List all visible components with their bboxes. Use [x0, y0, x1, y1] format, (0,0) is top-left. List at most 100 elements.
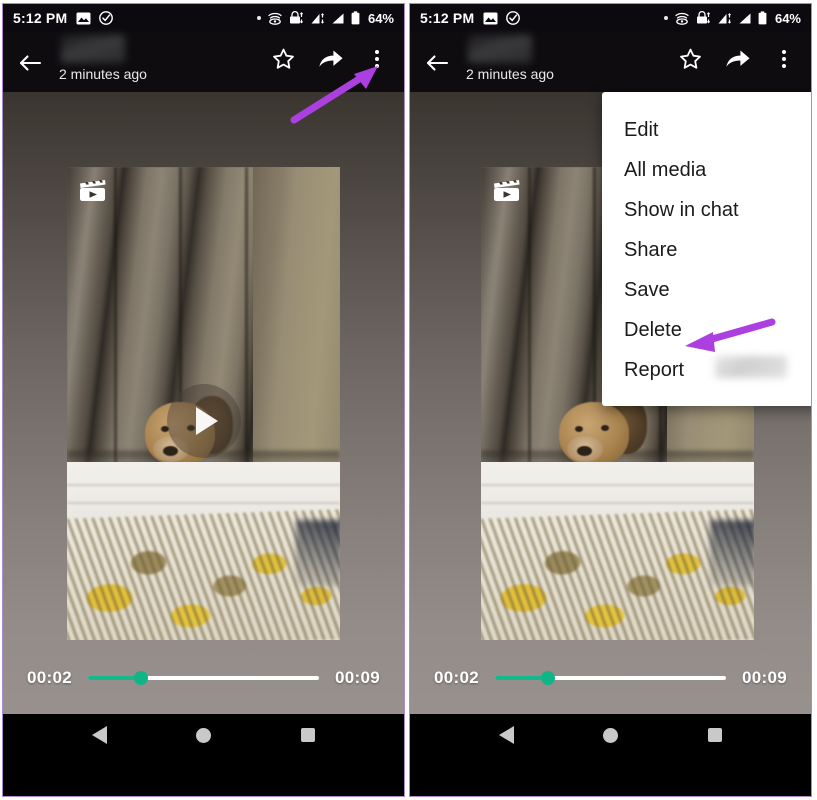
- back-button[interactable]: [422, 48, 452, 78]
- app-bar-titles: 2 minutes ago: [59, 34, 147, 82]
- kebab-dot: [375, 57, 379, 61]
- report-blurred-text: [715, 356, 787, 378]
- seek-thumb[interactable]: [541, 671, 556, 685]
- share-button[interactable]: [318, 46, 344, 72]
- check-circle-icon: [99, 11, 114, 25]
- dog-eye: [601, 425, 610, 431]
- app-bar-actions: [677, 46, 799, 72]
- phone-panel-right: 5:12 PM 64% 2 minutes ago 00:02 00:09 Ed…: [409, 3, 812, 797]
- menu-item-share[interactable]: Share: [602, 230, 811, 270]
- status-right-icons: 64%: [256, 10, 394, 26]
- screenshot-stage: 5:12 PM 64% 2 minutes ago 00:02 00:09 5:…: [0, 0, 817, 800]
- dog-nose: [577, 446, 593, 456]
- dot-icon: [256, 16, 261, 20]
- dot-icon: [663, 16, 668, 20]
- status-left-icons: [483, 11, 521, 25]
- player-controls: 00:02 00:09: [410, 658, 811, 698]
- kebab-dot: [375, 64, 379, 68]
- bed-crease: [67, 502, 340, 504]
- bed-background: [481, 462, 754, 640]
- contact-name-blurred: [61, 35, 125, 63]
- bed-background: [67, 462, 340, 640]
- back-button[interactable]: [15, 48, 45, 78]
- back-arrow-icon: [426, 55, 449, 71]
- bed-crease: [481, 484, 754, 486]
- menu-item-delete[interactable]: Delete: [602, 310, 811, 350]
- signal-2-icon: [332, 13, 344, 23]
- current-time: 00:02: [434, 668, 479, 687]
- kebab-dot: [782, 57, 786, 61]
- video-thumbnail[interactable]: [67, 167, 340, 640]
- status-bar: 5:12 PM 64%: [410, 4, 811, 32]
- kebab-dot: [375, 50, 379, 54]
- nav-home-icon[interactable]: [196, 727, 212, 743]
- menu-item-show-in-chat[interactable]: Show in chat: [602, 190, 811, 230]
- check-circle-icon: [506, 11, 521, 25]
- vpn-icon: [289, 11, 303, 24]
- dog-eye: [575, 426, 584, 432]
- signal-2-icon: [739, 13, 751, 23]
- menu-item-report[interactable]: Report: [602, 350, 811, 390]
- menu-item-save[interactable]: Save: [602, 270, 811, 310]
- seek-bar[interactable]: [87, 669, 320, 687]
- status-clock: 5:12 PM: [420, 10, 475, 26]
- star-button[interactable]: [270, 46, 296, 72]
- battery-icon: [351, 11, 360, 25]
- total-time: 00:09: [742, 668, 787, 687]
- nav-home-icon[interactable]: [603, 727, 619, 743]
- share-icon: [726, 50, 750, 67]
- share-button[interactable]: [725, 46, 751, 72]
- blanket-shadow: [710, 520, 754, 586]
- app-bar-actions: [270, 46, 392, 72]
- status-bar: 5:12 PM 64%: [3, 4, 404, 32]
- total-time: 00:09: [335, 668, 380, 687]
- bed-crease: [67, 484, 340, 486]
- player-controls: 00:02 00:09: [3, 658, 404, 698]
- star-button[interactable]: [677, 46, 703, 72]
- vpn-icon: [696, 11, 710, 24]
- battery-percent: 64%: [774, 10, 801, 26]
- kebab-dot: [782, 50, 786, 54]
- blanket-shadow: [296, 520, 340, 586]
- image-icon: [76, 12, 91, 24]
- app-bar: 2 minutes ago: [3, 32, 404, 92]
- nav-back-icon[interactable]: [498, 726, 514, 744]
- nav-recents-icon[interactable]: [301, 728, 316, 742]
- overflow-menu-button[interactable]: [773, 46, 795, 72]
- android-nav-bar: [3, 714, 404, 756]
- menu-item-edit[interactable]: Edit: [602, 110, 811, 150]
- kebab-dot: [782, 64, 786, 68]
- menu-item-all-media[interactable]: All media: [602, 150, 811, 190]
- overflow-menu-popup: Edit All media Show in chat Share Save D…: [602, 92, 811, 406]
- battery-percent: 64%: [367, 10, 394, 26]
- signal-1-icon: [718, 12, 731, 24]
- overflow-menu-button[interactable]: [366, 46, 388, 72]
- seek-bar[interactable]: [494, 669, 727, 687]
- seek-thumb[interactable]: [134, 671, 149, 685]
- status-clock: 5:12 PM: [13, 10, 68, 26]
- star-icon: [679, 48, 701, 69]
- data-saver-icon: [675, 12, 689, 25]
- current-time: 00:02: [27, 668, 72, 687]
- message-timestamp: 2 minutes ago: [59, 66, 147, 82]
- menu-item-report-label: Report: [624, 359, 685, 381]
- signal-1-icon: [311, 12, 324, 24]
- android-nav-bar: [410, 714, 811, 756]
- media-viewer[interactable]: 00:02 00:09: [3, 92, 404, 756]
- image-icon: [483, 12, 498, 24]
- back-arrow-icon: [19, 55, 42, 71]
- share-icon: [319, 50, 343, 67]
- play-button[interactable]: [166, 384, 241, 458]
- dog-nose: [163, 446, 179, 456]
- play-triangle-icon: [196, 407, 218, 435]
- video-clapper-icon: [80, 180, 106, 201]
- app-bar: 2 minutes ago: [410, 32, 811, 92]
- nav-back-icon[interactable]: [91, 726, 107, 744]
- battery-icon: [758, 11, 767, 25]
- phone-panel-left: 5:12 PM 64% 2 minutes ago 00:02 00:09: [2, 3, 405, 797]
- bed-crease: [481, 502, 754, 504]
- app-bar-titles: 2 minutes ago: [466, 34, 554, 82]
- message-timestamp: 2 minutes ago: [466, 66, 554, 82]
- nav-recents-icon[interactable]: [708, 728, 723, 742]
- video-clapper-icon: [494, 180, 520, 201]
